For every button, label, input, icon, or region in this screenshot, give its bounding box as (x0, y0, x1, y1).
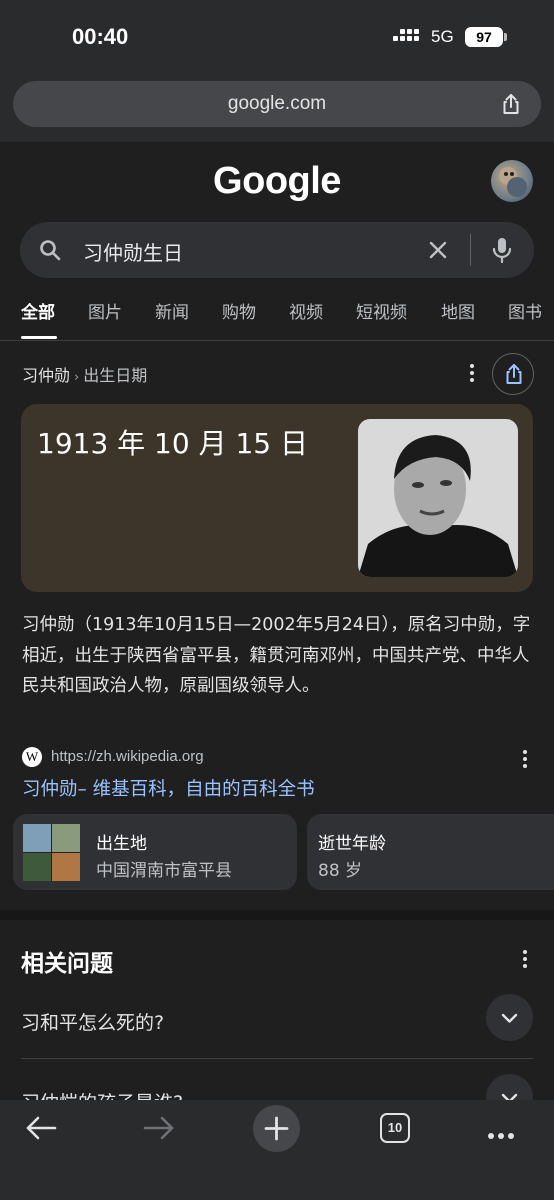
status-time: 00:40 (72, 24, 129, 49)
new-tab-button[interactable] (253, 1105, 300, 1152)
age-at-death-title: 逝世年龄 (318, 834, 386, 854)
related-question-text[interactable]: 习仲恺的孩子是谁? (21, 1088, 183, 1100)
age-at-death-card[interactable]: 逝世年龄 88 岁 (307, 814, 554, 890)
search-divider (470, 234, 471, 266)
search-results-page: Google 习仲勋生日 全部 图片 新闻 购物 视频 短视频 地图 图书 习仲… (0, 142, 554, 1100)
related-question[interactable]: 习仲恺的孩子是谁? (21, 1074, 533, 1100)
answer-date: 1913 年 10 月 15 日 (37, 427, 309, 460)
chevron-down-icon (501, 1013, 518, 1023)
wikipedia-icon: W (22, 747, 42, 767)
breadcrumb-attribute: 出生日期 (83, 366, 148, 385)
browser-top-bar: google.com (0, 72, 554, 142)
chevron-right-icon: › (74, 370, 80, 385)
tab-images[interactable]: 图片 (88, 298, 122, 323)
age-at-death-value: 88 岁 (318, 861, 363, 881)
breadcrumb-entity[interactable]: 习仲勋 (22, 366, 70, 385)
birthplace-thumbnail (23, 824, 80, 881)
url-text[interactable]: google.com (13, 93, 541, 115)
breadcrumb: 习仲勋 › 出生日期 (22, 362, 147, 386)
tab-short-videos[interactable]: 短视频 (356, 298, 407, 323)
share-icon[interactable] (499, 92, 523, 116)
section-divider (0, 910, 554, 920)
search-input[interactable]: 习仲勋生日 (83, 237, 183, 266)
address-bar[interactable]: google.com (13, 81, 541, 127)
tab-switcher-button[interactable]: 10 (380, 1113, 410, 1143)
share-button[interactable] (492, 353, 534, 395)
battery-icon: 97 (465, 27, 503, 47)
google-logo[interactable]: Google (0, 160, 554, 203)
related-more-icon[interactable] (519, 950, 531, 970)
chevron-down-icon (501, 1093, 518, 1100)
related-question[interactable]: 习和平怎么死的? (21, 994, 533, 1054)
battery-tip (504, 33, 507, 41)
question-divider (21, 1058, 533, 1059)
source-link[interactable]: 习仲勋– 维基百科，自由的百科全书 (22, 775, 315, 801)
tabs-divider (0, 340, 554, 341)
expand-button[interactable] (486, 1074, 533, 1100)
tab-news[interactable]: 新闻 (155, 298, 189, 323)
mic-icon[interactable] (490, 236, 514, 264)
tab-books[interactable]: 图书 (508, 298, 542, 323)
portrait-image[interactable] (358, 419, 518, 577)
tab-maps[interactable]: 地图 (441, 298, 475, 323)
tab-videos[interactable]: 视频 (289, 298, 323, 323)
more-menu-icon[interactable] (488, 1124, 520, 1139)
status-bar: 00:40 5G 97 (0, 0, 554, 72)
browser-bottom-toolbar: 10 (0, 1100, 554, 1200)
forward-arrow-icon[interactable] (137, 1112, 181, 1156)
search-box[interactable]: 习仲勋生日 (20, 222, 534, 278)
signal-icon (393, 28, 421, 46)
network-type: 5G (431, 27, 454, 46)
tab-all[interactable]: 全部 (21, 298, 55, 323)
description-text: 习仲勋（1913年10月15日—2002年5月24日），原名习中勋，字相近，出生… (22, 615, 531, 696)
more-options-icon[interactable] (466, 364, 478, 386)
related-question-text[interactable]: 习和平怎么死的? (21, 1008, 164, 1035)
back-arrow-icon[interactable] (19, 1112, 63, 1156)
answer-card: 1913 年 10 月 15 日 (21, 404, 533, 592)
plus-icon (264, 1116, 289, 1141)
source-more-icon[interactable] (519, 750, 531, 770)
birthplace-card[interactable]: 出生地 中国渭南市富平县 (13, 814, 297, 890)
source-url[interactable]: https://zh.wikipedia.org (51, 748, 204, 765)
search-icon[interactable] (38, 238, 62, 262)
close-icon[interactable] (426, 238, 450, 262)
birthplace-title: 出生地 (96, 834, 147, 854)
related-questions-title: 相关问题 (21, 951, 113, 977)
birthplace-value: 中国渭南市富平县 (96, 861, 232, 881)
tab-shopping[interactable]: 购物 (222, 298, 256, 323)
avatar[interactable] (491, 160, 533, 202)
expand-button[interactable] (486, 994, 533, 1041)
search-tabs: 全部 图片 新闻 购物 视频 短视频 地图 图书 (0, 296, 554, 340)
active-tab-indicator (21, 336, 57, 339)
